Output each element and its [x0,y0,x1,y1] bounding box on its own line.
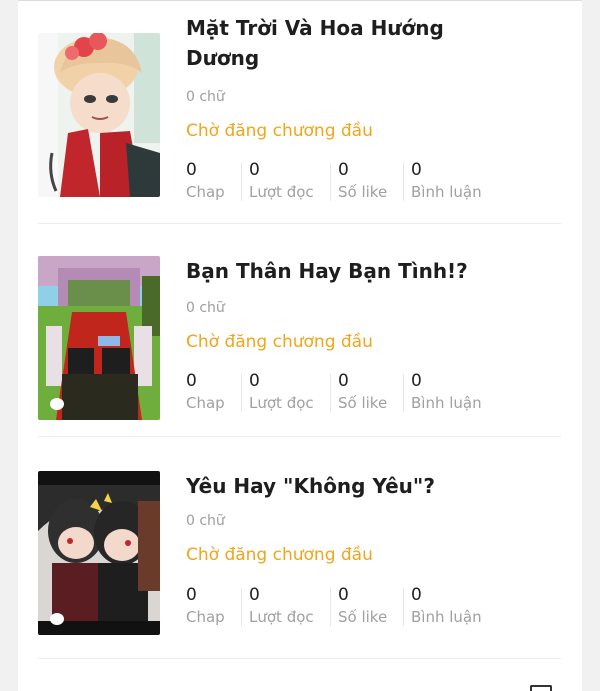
status-label: Chờ đăng chương đầu [186,121,373,141]
stat-label: Lượt đọc [249,608,314,626]
stat-divider [403,588,404,626]
stat-divider [241,374,242,412]
stat-value: 0 [411,160,422,180]
stat-comments: 0 Bình luận [403,159,482,207]
stat-divider [330,163,331,201]
stat-value: 0 [338,160,349,180]
stat-likes: 0 Số like [330,159,388,207]
story-cover-image[interactable] [38,256,160,420]
divider [38,436,561,437]
stat-label: Bình luận [411,608,482,626]
stat-value: 0 [411,585,422,605]
stat-likes: 0 Số like [330,584,388,632]
stat-value: 0 [338,585,349,605]
stat-chap: 0 Chap [186,584,225,632]
stat-comments: 0 Bình luận [403,584,482,632]
stat-value: 0 [249,585,260,605]
word-count: 0 chữ [186,300,225,316]
story-card[interactable]: Yêu Hay "Không Yêu"? 0 chữ Chờ đăng chươ… [38,446,561,659]
stat-divider [241,588,242,626]
stat-comments: 0 Bình luận [403,370,482,418]
stat-label: Bình luận [411,183,482,201]
stat-label: Số like [338,183,388,201]
menu-icon[interactable] [530,685,552,691]
stat-label: Lượt đọc [249,394,314,412]
stat-likes: 0 Số like [330,370,388,418]
stat-label: Chap [186,183,225,201]
stat-label: Chap [186,394,225,412]
divider [38,658,561,659]
stat-label: Bình luận [411,394,482,412]
stat-reads: 0 Lượt đọc [241,370,314,418]
stat-reads: 0 Lượt đọc [241,159,314,207]
stat-reads: 0 Lượt đọc [241,584,314,632]
stat-value: 0 [186,371,197,391]
stat-divider [330,588,331,626]
stat-divider [241,163,242,201]
stat-value: 0 [249,371,260,391]
status-label: Chờ đăng chương đầu [186,545,373,565]
story-card[interactable]: Mặt Trời Và Hoa Hướng Dương 0 chữ Chờ đă… [38,11,561,224]
stat-value: 0 [186,160,197,180]
status-label: Chờ đăng chương đầu [186,332,373,352]
stat-label: Chap [186,608,225,626]
word-count: 0 chữ [186,89,225,105]
stat-value: 0 [249,160,260,180]
stat-chap: 0 Chap [186,159,225,207]
stat-value: 0 [186,585,197,605]
story-title[interactable]: Bạn Thân Hay Bạn Tình!? [186,256,516,286]
story-list-panel: Mặt Trời Và Hoa Hướng Dương 0 chữ Chờ đă… [18,0,582,691]
stat-divider [330,374,331,412]
comment-bubble-icon [50,613,64,625]
word-count: 0 chữ [186,513,225,529]
stat-label: Số like [338,394,388,412]
story-title[interactable]: Yêu Hay "Không Yêu"? [186,471,516,501]
stat-label: Lượt đọc [249,183,314,201]
stat-divider [403,163,404,201]
story-cover-image[interactable] [38,33,160,197]
stat-divider [403,374,404,412]
story-cover-image[interactable] [38,471,160,635]
stat-value: 0 [411,371,422,391]
story-title[interactable]: Mặt Trời Và Hoa Hướng Dương [186,13,516,73]
story-card[interactable]: Bạn Thân Hay Bạn Tình!? 0 chữ Chờ đăng c… [38,224,561,437]
stat-label: Số like [338,608,388,626]
stat-value: 0 [338,371,349,391]
stat-chap: 0 Chap [186,370,225,418]
comment-bubble-icon [50,398,64,410]
